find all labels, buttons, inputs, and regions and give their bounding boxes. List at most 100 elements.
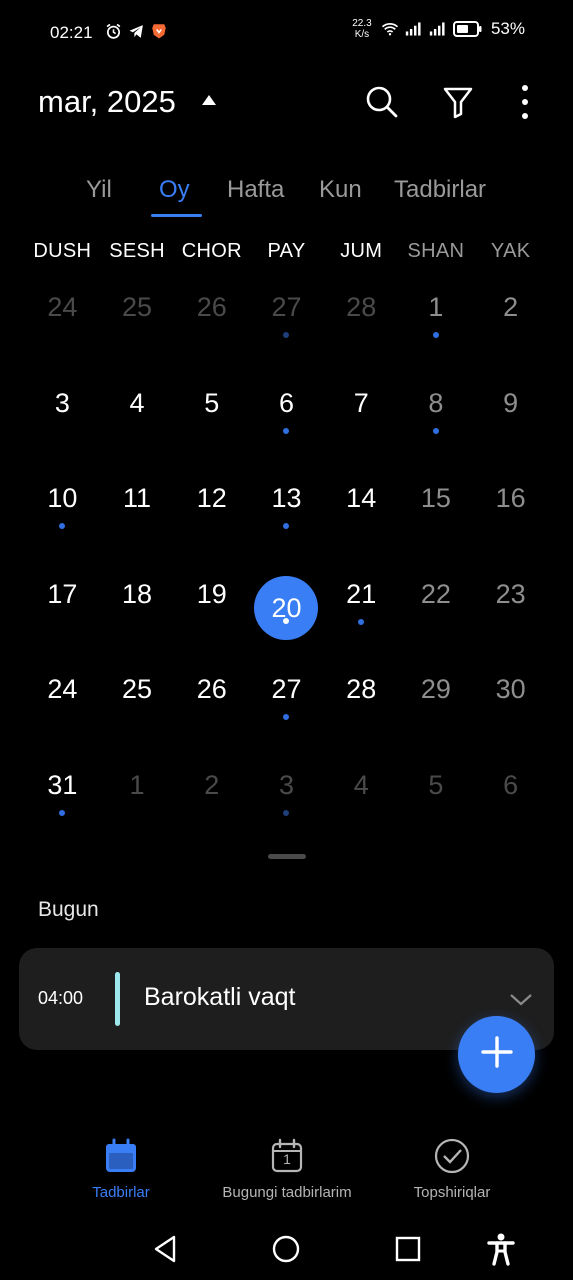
calendar-day-number: 11 [123, 483, 152, 513]
event-color-bar [115, 972, 120, 1026]
calendar-day[interactable]: 30 [473, 653, 548, 749]
calendar-day[interactable]: 6 [249, 367, 324, 463]
calendar-day[interactable]: 18 [100, 558, 175, 654]
event-title: Barokatli vaqt [144, 983, 296, 1011]
recents-icon[interactable] [390, 1231, 426, 1267]
calendar-day[interactable]: 26 [174, 271, 249, 367]
calendar-day-number: 26 [196, 292, 227, 322]
nav-today-events-label: Bugungi tadbirlarim [222, 1184, 352, 1201]
calendar-day[interactable]: 22 [399, 558, 474, 654]
calendar-day[interactable]: 8 [399, 367, 474, 463]
month-title[interactable]: mar, 2025 [38, 84, 176, 120]
calendar-day[interactable]: 3 [249, 749, 324, 845]
calendar-day[interactable]: 17 [25, 558, 100, 654]
calendar-day-number: 5 [204, 387, 220, 418]
tab-day[interactable]: Kun [319, 176, 362, 204]
calendar-day[interactable]: 29 [399, 653, 474, 749]
calendar-day[interactable]: 25 [100, 271, 175, 367]
calendar-day[interactable]: 14 [324, 462, 399, 558]
weekday-label: SHAN [407, 240, 465, 262]
signal-icon [429, 20, 447, 38]
calendar-day-number: 31 [47, 769, 78, 800]
calendar-day-number: 14 [346, 483, 377, 513]
calendar-day-number: 10 [47, 483, 78, 513]
calendar-day[interactable]: 24 [25, 653, 100, 749]
plus-icon [480, 1035, 514, 1074]
calendar-day-number: 22 [420, 578, 451, 609]
calendar-day[interactable]: 16 [473, 462, 548, 558]
tab-underline [151, 214, 202, 217]
calendar-day[interactable]: 7 [324, 367, 399, 463]
calendar-day[interactable]: 4 [324, 749, 399, 845]
calendar-day[interactable]: 6 [473, 749, 548, 845]
calendar-day-number: 5 [428, 769, 444, 800]
search-icon[interactable] [362, 82, 402, 122]
battery-percent: 53% [490, 19, 525, 38]
nav-events[interactable]: Tadbirlar [79, 1136, 163, 1201]
drag-handle[interactable] [268, 854, 306, 859]
chevron-down-icon[interactable] [508, 986, 534, 1012]
weekday-label: SESH [109, 240, 165, 262]
calendar-day-number: 30 [495, 674, 526, 704]
calendar-day[interactable]: 21 [324, 558, 399, 654]
calendar-day[interactable]: 23 [473, 558, 548, 654]
accessibility-icon[interactable] [483, 1231, 519, 1267]
calendar-day[interactable]: 10 [25, 462, 100, 558]
event-indicator-dot [283, 617, 290, 624]
calendar-day[interactable]: 15 [399, 462, 474, 558]
calendar-day-number: 21 [346, 578, 377, 609]
calendar-day[interactable]: 11 [100, 462, 175, 558]
calendar-day[interactable]: 5 [399, 749, 474, 845]
calendar-day-number: 9 [503, 387, 519, 418]
calendar-day[interactable]: 26 [174, 653, 249, 749]
add-event-button[interactable] [458, 1016, 535, 1093]
calendar-day[interactable]: 28 [324, 653, 399, 749]
calendar-day[interactable]: 1 [399, 271, 474, 367]
calendar-day-number: 2 [204, 769, 220, 800]
calendar-day[interactable]: 25 [100, 653, 175, 749]
calendar-day-number: 25 [122, 674, 153, 704]
status-right: 22.3 K/s 53% [349, 18, 525, 40]
calendar-day[interactable]: 27 [249, 271, 324, 367]
weekday-label: YAK [490, 240, 531, 262]
event-indicator-dot [283, 332, 290, 338]
calendar-day-number: 19 [196, 578, 227, 609]
calendar-day[interactable]: 2 [174, 749, 249, 845]
tab-year[interactable]: Yil [86, 176, 112, 204]
nav-tasks[interactable]: Topshiriqlar [403, 1136, 501, 1201]
calendar-day-number: 28 [346, 674, 377, 704]
filter-icon[interactable] [438, 82, 478, 122]
tab-month[interactable]: Oy [159, 176, 190, 204]
calendar-day-number: 2 [503, 292, 519, 322]
back-icon[interactable] [147, 1231, 183, 1267]
calendar-day[interactable]: 3 [25, 367, 100, 463]
calendar-day-number: 3 [278, 769, 294, 800]
calendar-day[interactable]: 27 [249, 653, 324, 749]
calendar-day-number: 16 [495, 483, 526, 513]
calendar-day[interactable]: 2 [473, 271, 548, 367]
calendar-day-today[interactable]: 20 [249, 558, 324, 654]
calendar-day[interactable]: 5 [174, 367, 249, 463]
weekday-label: JUM [340, 240, 383, 262]
alarm-icon [104, 22, 122, 40]
calendar-day[interactable]: 28 [324, 271, 399, 367]
calendar-day[interactable]: 19 [174, 558, 249, 654]
more-vert-icon[interactable] [505, 82, 545, 122]
calendar-day[interactable]: 12 [174, 462, 249, 558]
event-indicator-dot [283, 809, 290, 816]
calendar-day[interactable]: 24 [25, 271, 100, 367]
tab-events[interactable]: Tadbirlar [394, 176, 486, 204]
calendar-day[interactable]: 31 [25, 749, 100, 845]
weekday-label: CHOR [181, 240, 242, 262]
event-indicator-dot [283, 714, 290, 720]
notification-icons [104, 22, 168, 40]
home-icon[interactable] [268, 1231, 304, 1267]
calendar-day[interactable]: 9 [473, 367, 548, 463]
calendar-day-number: 17 [47, 578, 78, 609]
calendar-day[interactable]: 1 [100, 749, 175, 845]
tab-week[interactable]: Hafta [227, 176, 284, 204]
nav-today-events[interactable]: 1 Bugungi tadbirlarim [206, 1136, 368, 1201]
calendar-day[interactable]: 4 [100, 367, 175, 463]
calendar-day[interactable]: 13 [249, 462, 324, 558]
caret-up-icon[interactable] [200, 93, 218, 107]
